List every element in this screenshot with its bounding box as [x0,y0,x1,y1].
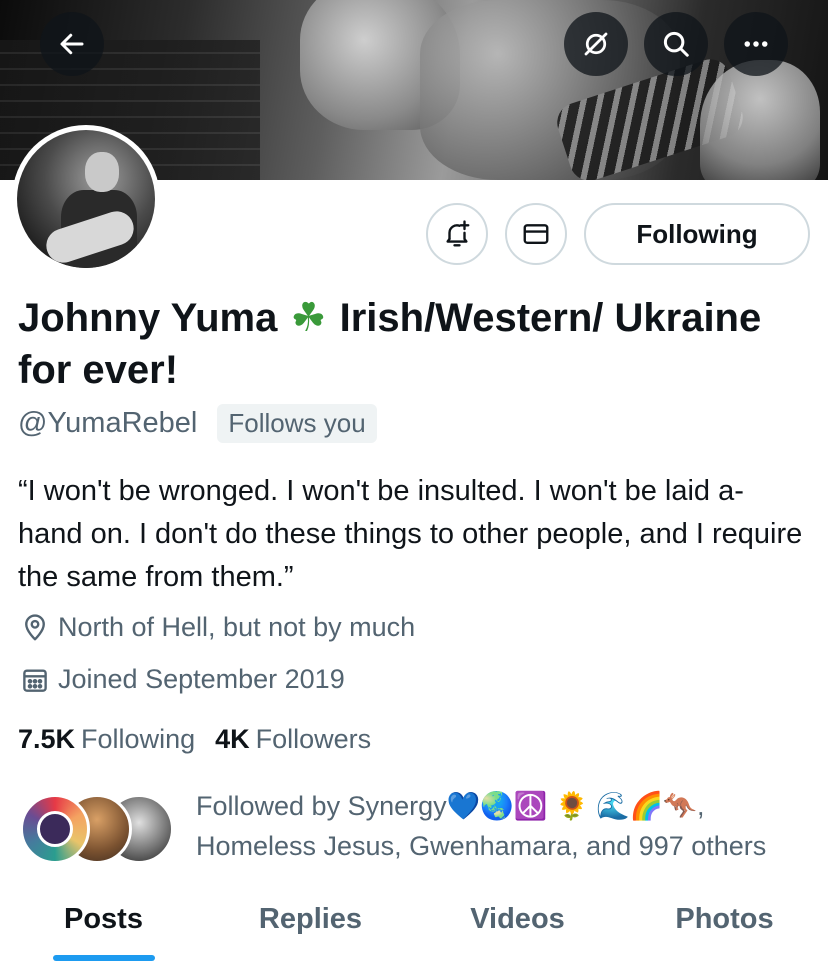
avatar-image [17,130,155,268]
follows-you-badge: Follows you [217,404,377,443]
location-text: North of Hell, but not by much [58,612,416,642]
username-handle: @YumaRebel [18,407,198,439]
back-button[interactable] [40,12,104,76]
envelope-icon [523,224,549,244]
handle-row: @YumaRebel Follows you [18,404,377,443]
joined-text: Joined September 2019 [58,664,345,694]
profile-tabs: Posts Replies Videos Photos [0,885,828,965]
more-icon [744,41,768,47]
tab-posts[interactable]: Posts [0,885,207,965]
following-button[interactable]: Following [584,203,810,265]
following-link[interactable]: 7.5K Following [18,724,195,755]
profile-avatar[interactable] [12,125,160,273]
banner-image-detail [700,60,820,180]
tab-label: Posts [64,903,143,935]
more-button[interactable] [724,12,788,76]
bell-plus-icon [446,220,470,247]
joined-row: Joined September 2019 [20,664,345,695]
tab-videos[interactable]: Videos [414,885,621,965]
active-tab-indicator [52,955,155,961]
no-sync-icon [584,32,608,56]
arrow-left-icon [60,33,84,55]
profile-bio: “I won't be wronged. I won't be insulted… [18,475,803,593]
search-button[interactable] [644,12,708,76]
followers-count: 4K [215,724,250,754]
tab-label: Photos [675,903,774,935]
location-pin-icon [25,613,45,640]
display-name-text: Johnny Yuma [18,296,278,340]
tab-replies[interactable]: Replies [207,885,414,965]
message-button[interactable] [505,203,567,265]
tab-label: Videos [470,903,565,935]
no-sync-button[interactable] [564,12,628,76]
following-label: Following [81,724,196,754]
follow-counts: 7.5K Following 4K Followers [18,724,371,755]
shamrock-icon: ☘ [290,295,327,341]
followers-link[interactable]: 4K Followers [215,724,371,755]
tab-photos[interactable]: Photos [621,885,828,965]
mutual-followers-avatars[interactable] [20,794,180,864]
following-count: 7.5K [18,724,76,754]
notifications-button[interactable] [426,203,488,265]
display-name: Johnny Yuma ☘ Irish/Western/ Ukraine for… [18,292,778,396]
followers-label: Followers [255,724,372,754]
tab-label: Replies [258,903,363,935]
search-icon [663,31,689,57]
avatar [20,794,90,864]
followed-by-text[interactable]: Followed by Synergy💙🌏☮️ 🌻 🌊🌈🦘, Homeless … [196,786,816,866]
calendar-icon [23,668,47,692]
location-row: North of Hell, but not by much [20,612,415,643]
avatar-detail [85,152,119,192]
